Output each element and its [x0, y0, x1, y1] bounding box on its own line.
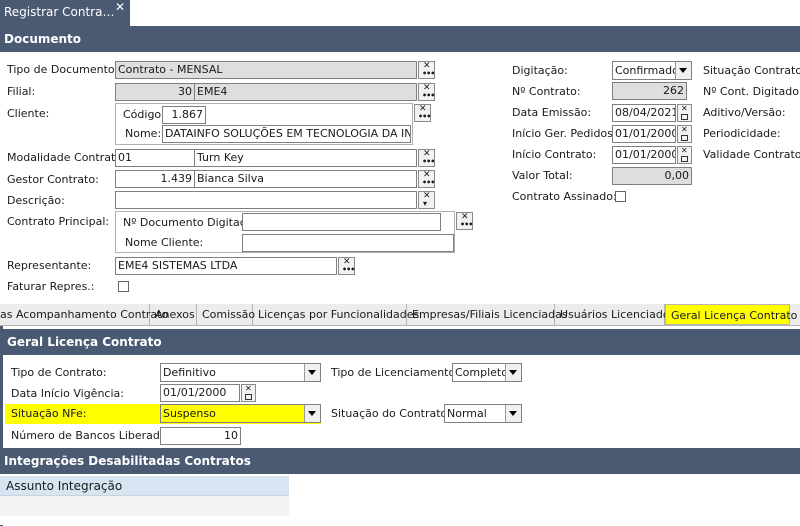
modalidade-code-field[interactable]: 01	[115, 149, 195, 167]
tipo-contrato-select[interactable]: Definitivo	[160, 363, 321, 382]
cliente-nome-field[interactable]: DATAINFO SOLUÇÕES EM TECNOLOGIA DA INFOR	[162, 125, 411, 143]
inicio-ger-calendar-icon[interactable]: ✕	[677, 125, 692, 143]
tab-usuarios-licenciados[interactable]: Usuários Licenciados	[555, 304, 675, 325]
representante-label: Representante:	[7, 259, 92, 272]
tipo-contrato-label: Tipo de Contrato:	[11, 366, 107, 379]
tab-geral-licenca[interactable]: Geral Licença Contrato	[665, 304, 797, 325]
cliente-codigo-field[interactable]: 1.867	[162, 106, 206, 124]
bancos-label: Número de Bancos Liberados:	[11, 429, 177, 442]
tipo-documento-field[interactable]: Contrato - MENSAL	[115, 61, 417, 79]
modalidade-name-field: Turn Key	[194, 149, 417, 167]
tipo-licenciamento-label: Tipo de Licenciamento:	[331, 366, 459, 379]
situacao-nfe-value: Suspenso	[163, 407, 216, 420]
representante-field[interactable]: EME4 SISTEMAS LTDA	[115, 257, 337, 275]
section-documento: Documento	[0, 26, 800, 52]
tab-empresas-filiais[interactable]: Empresas/Filiais Licenciadas	[407, 304, 568, 325]
situacao-nfe-select[interactable]: Suspenso	[160, 404, 321, 423]
digitacao-value: Confirmado	[615, 64, 679, 77]
cliente-codigo-label: Código:	[123, 108, 165, 121]
nome-cliente-label: Nome Cliente:	[125, 236, 204, 249]
inicio-contrato-calendar-icon[interactable]: ✕	[677, 146, 692, 164]
gestor-label: Gestor Contrato:	[7, 173, 99, 186]
inicio-contrato-label: Início Contrato:	[512, 148, 597, 161]
digitacao-label: Digitação:	[512, 64, 568, 77]
chevron-down-icon[interactable]	[304, 405, 320, 422]
contrato-principal-lookup-button[interactable]: ✕ •••	[456, 212, 473, 230]
tab-licencas-funcionalidades[interactable]: Licenças por Funcionalidades	[253, 304, 419, 325]
representante-lookup-button[interactable]: ✕ •••	[338, 257, 355, 275]
descricao-label: Descrição:	[7, 194, 65, 207]
contrato-assinado-label: Contrato Assinado:	[512, 190, 617, 203]
data-emissao-calendar-icon[interactable]: ✕	[677, 104, 692, 122]
modalidade-label: Modalidade Contrato:	[7, 151, 126, 164]
chevron-down-icon[interactable]	[505, 364, 521, 381]
section-geral: Geral Licença Contrato	[3, 329, 800, 355]
digitacao-select[interactable]: Confirmado	[612, 61, 692, 80]
faturar-label: Faturar Repres.:	[7, 280, 95, 293]
situacao-contrato-select[interactable]: Normal	[444, 404, 522, 423]
valor-total-field: 0,00	[612, 167, 692, 185]
tab-acompanhamento[interactable]: as Acompanhamento Contrato	[0, 304, 168, 325]
close-icon[interactable]: ✕	[115, 0, 125, 14]
section-integracoes: Integrações Desabilitadas Contratos	[0, 448, 800, 474]
inicio-contrato-field[interactable]: 01/01/2000	[612, 146, 676, 164]
n-cont-digitado-label: Nº Cont. Digitado:	[703, 85, 800, 98]
data-emissao-label: Data Emissão:	[512, 106, 592, 119]
doc-digitado-field[interactable]	[242, 213, 441, 231]
filial-name-field: EME4	[194, 83, 417, 101]
tipo-documento-lookup-button[interactable]: ✕ •••	[418, 61, 435, 79]
modalidade-lookup-button[interactable]: ✕ •••	[418, 149, 435, 167]
filial-lookup-button[interactable]: ✕ •••	[418, 83, 435, 101]
bancos-field[interactable]: 10	[160, 427, 241, 445]
integracoes-header[interactable]: Assunto Integração	[0, 476, 289, 496]
contrato-principal-label: Contrato Principal:	[7, 215, 110, 228]
faturar-checkbox[interactable]	[118, 281, 129, 292]
assunto-integracao-column: Assunto Integração	[6, 479, 123, 493]
contrato-assinado-checkbox[interactable]	[615, 191, 626, 202]
situacao-contrato-geral-label: Situação do Contrato:	[331, 407, 451, 420]
data-inicio-label: Data Início Vigência:	[11, 387, 124, 400]
inicio-ger-label: Início Ger. Pedidos:	[512, 127, 617, 140]
situacao-nfe-label: Situação NFe:	[11, 407, 87, 420]
window-tab[interactable]: Registrar Contra… ✕	[0, 0, 130, 26]
window-tab-title: Registrar Contra…	[4, 5, 115, 19]
data-inicio-calendar-icon[interactable]: ✕	[241, 384, 256, 402]
gestor-lookup-button[interactable]: ✕ •••	[418, 170, 435, 188]
data-emissao-field[interactable]: 08/04/2021	[612, 104, 676, 122]
situacao-contrato-label: Situação Contrato:	[703, 64, 800, 77]
tab-comissao[interactable]: Comissão	[197, 304, 255, 325]
filial-label: Filial:	[7, 85, 36, 98]
chevron-down-icon[interactable]	[675, 62, 691, 79]
doc-digitado-label: Nº Documento Digitado:	[123, 216, 258, 229]
nome-cliente-field[interactable]	[242, 234, 454, 252]
tab-anexos[interactable]: Anexos	[150, 304, 197, 325]
tipo-licenciamento-select[interactable]: Completo	[452, 363, 522, 382]
cliente-label: Cliente:	[7, 107, 50, 120]
cliente-nome-label: Nome:	[125, 127, 162, 140]
cliente-lookup-button[interactable]: ✕ •••	[414, 104, 431, 122]
descricao-field[interactable]	[115, 191, 417, 209]
valor-total-label: Valor Total:	[512, 169, 573, 182]
periodicidade-label: Periodicidade:	[703, 127, 781, 140]
chevron-down-icon[interactable]	[505, 405, 521, 422]
gestor-code-field[interactable]: 1.439	[115, 170, 195, 188]
descricao-scroll[interactable]: ✕ ▾	[418, 191, 435, 209]
tipo-documento-label: Tipo de Documento:	[7, 63, 119, 76]
validade-contrato-label: Validade Contrato:	[703, 148, 800, 161]
inicio-ger-field[interactable]: 01/01/2000	[612, 125, 676, 143]
aditivo-versao-label: Aditivo/Versão:	[703, 106, 786, 119]
integracoes-empty-row	[0, 496, 289, 516]
n-contrato-field: 262	[612, 82, 687, 100]
filial-code-field[interactable]: 30	[115, 83, 195, 101]
data-inicio-field[interactable]: 01/01/2000	[160, 384, 240, 402]
tipo-licenciamento-value: Completo	[455, 366, 508, 379]
situacao-contrato-value: Normal	[447, 407, 487, 420]
gestor-name-field: Bianca Silva	[194, 170, 417, 188]
tipo-contrato-value: Definitivo	[163, 366, 216, 379]
chevron-down-icon[interactable]	[304, 364, 320, 381]
n-contrato-label: Nº Contrato:	[512, 85, 581, 98]
